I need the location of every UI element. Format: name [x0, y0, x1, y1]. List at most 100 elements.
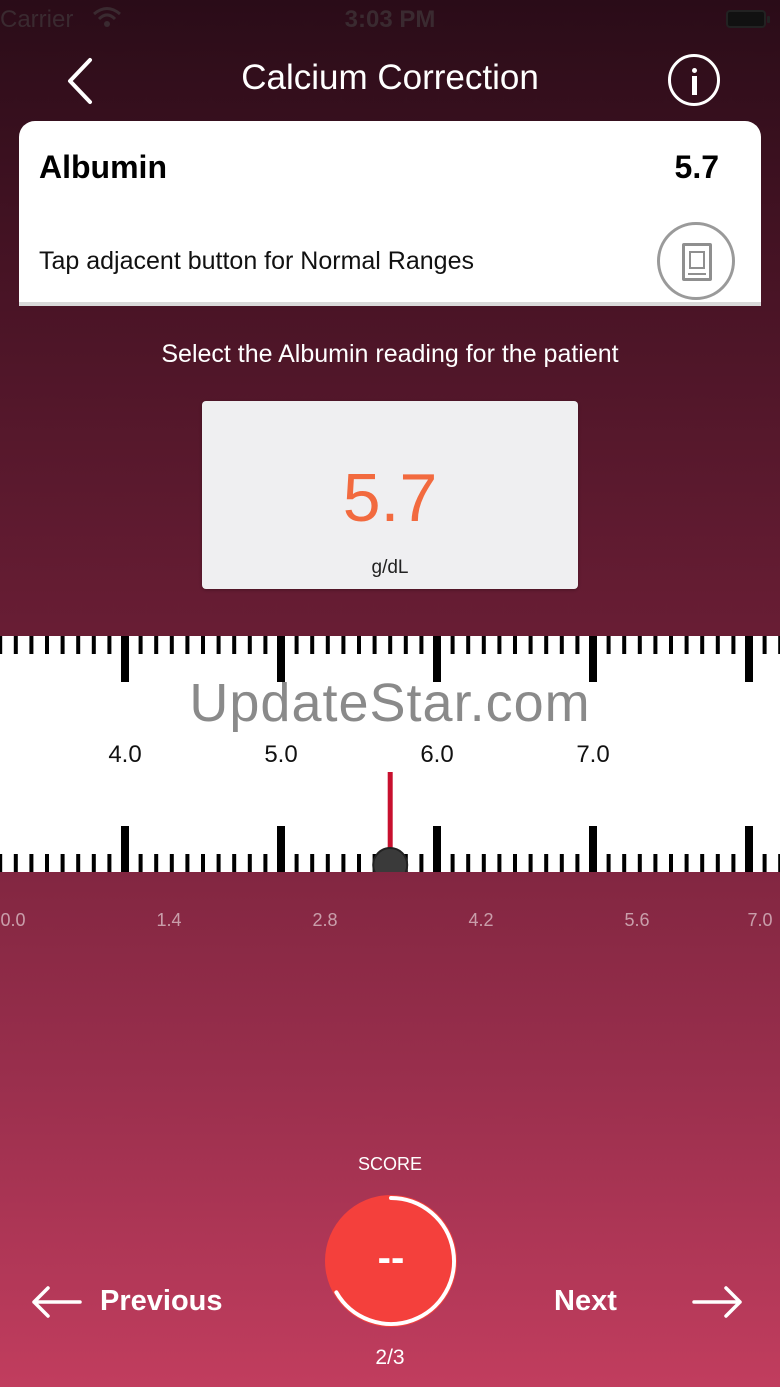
ruler-tick-bottom	[466, 854, 471, 872]
ruler-tick-bottom	[669, 854, 673, 872]
ruler-tick-bottom	[29, 854, 34, 872]
ruler-tick-top	[138, 636, 143, 654]
info-icon	[692, 68, 697, 73]
card-label: Albumin	[39, 149, 167, 185]
ruler-tick-top	[637, 636, 642, 654]
ruler-tick-bottom	[700, 854, 705, 872]
value-ruler-slider[interactable]: UpdateStar.com 4.0 5.0 6.0 7.0	[0, 636, 780, 872]
slider-handle[interactable]	[372, 847, 409, 872]
status-bar: Carrier 3:03 PM	[0, 0, 780, 40]
ruler-tick-top	[466, 636, 471, 654]
reading-unit: g/dL	[371, 557, 409, 578]
ruler-tick-top	[45, 636, 49, 654]
ruler-tick-bottom	[76, 854, 81, 872]
ruler-tick-bottom	[325, 854, 330, 872]
ruler-tick-bottom	[637, 854, 642, 872]
ruler-tick-top	[154, 636, 159, 654]
ruler-tick-top	[497, 636, 502, 654]
ruler-tick-bottom	[513, 854, 517, 872]
ruler-tick-bottom	[232, 854, 237, 872]
card-divider	[19, 302, 761, 306]
ruler-tick-top	[310, 636, 315, 654]
ruler-tick-top	[232, 636, 237, 654]
ruler-tick-bottom	[544, 854, 549, 872]
ruler-tick-bottom	[0, 854, 3, 872]
ruler-tick-bottom	[45, 854, 49, 872]
ruler-tick-bottom	[419, 854, 424, 872]
ruler-tick-top	[419, 636, 424, 654]
info-button[interactable]	[668, 54, 720, 106]
ruler-tick-bottom	[169, 854, 174, 872]
ruler-tick-top	[715, 636, 720, 654]
ruler-tick-bottom	[247, 854, 252, 872]
ruler-tick-top	[700, 636, 705, 654]
ruler-tick-top	[450, 636, 455, 654]
ruler-tick-bottom	[589, 826, 597, 872]
ruler-tick-top	[91, 636, 96, 654]
ruler-tick-top	[684, 636, 689, 654]
watermark-text: UpdateStar.com	[189, 673, 591, 733]
ruler-tick-top	[622, 636, 627, 654]
scale-label: 1.4	[156, 910, 182, 930]
ruler-tick-top	[13, 636, 18, 654]
ruler-tick-bottom	[450, 854, 455, 872]
ruler-tick-top	[575, 636, 580, 654]
ruler-tick-bottom	[684, 854, 689, 872]
ruler-tick-top	[29, 636, 34, 654]
selection-prompt: Select the Albumin reading for the patie…	[161, 340, 619, 368]
status-time: 3:03 PM	[344, 6, 436, 33]
book-icon	[682, 243, 712, 281]
ruler-tick-top	[481, 636, 486, 654]
ruler-label: 7.0	[576, 741, 610, 768]
ruler-tick-top	[403, 636, 408, 654]
ruler-tick-bottom	[575, 854, 580, 872]
ruler-label: 6.0	[420, 741, 454, 768]
ruler-tick-top	[544, 636, 549, 654]
ruler-tick-top	[669, 636, 673, 654]
ruler-tick-top	[762, 636, 767, 654]
ruler-tick-bottom	[528, 854, 533, 872]
ruler-tick-bottom	[715, 854, 720, 872]
ruler-tick-bottom	[13, 854, 18, 872]
ruler-tick-bottom	[310, 854, 315, 872]
ruler-tick-bottom	[201, 854, 205, 872]
ruler-tick-top	[325, 636, 330, 654]
score-caption: SCORE	[357, 1154, 422, 1174]
ruler-tick-bottom	[121, 826, 129, 872]
nav-bar: Calcium Correction	[0, 40, 780, 120]
ruler-tick-bottom	[341, 854, 346, 872]
ruler-tick-bottom	[357, 854, 361, 872]
reading-value: 5.7	[342, 460, 438, 536]
ruler-tick-bottom	[263, 854, 268, 872]
ruler-tick-top	[294, 636, 299, 654]
normal-ranges-button[interactable]	[657, 222, 735, 300]
ruler-tick-bottom	[497, 854, 502, 872]
ruler-tick-bottom	[138, 854, 143, 872]
next-button[interactable]: Next	[552, 1278, 752, 1326]
next-label: Next	[554, 1285, 617, 1317]
scale-label: 5.6	[624, 910, 650, 930]
ruler-tick-top	[528, 636, 533, 654]
info-icon-stem	[692, 76, 697, 95]
step-counter: 2/3	[375, 1346, 405, 1369]
ruler-tick-top	[247, 636, 252, 654]
ruler-tick-top	[513, 636, 517, 654]
ruler-tick-top	[731, 636, 736, 654]
reading-display: 5.7 g/dL	[202, 401, 578, 589]
ruler-tick-bottom	[185, 854, 190, 872]
card-value: 5.7	[674, 149, 719, 185]
ruler-label: 4.0	[108, 741, 142, 768]
ruler-tick-top	[185, 636, 190, 654]
ruler-tick-top	[60, 636, 65, 654]
albumin-card: Albumin 5.7 Tap adjacent button for Norm…	[19, 121, 761, 306]
ruler-tick-bottom	[762, 854, 767, 872]
ruler-tick-top	[76, 636, 81, 654]
ruler-tick-bottom	[433, 826, 441, 872]
ruler-tick-top	[357, 636, 361, 654]
battery-icon	[726, 10, 770, 28]
previous-button[interactable]: Previous	[30, 1278, 250, 1326]
ruler-tick-bottom	[216, 854, 221, 872]
ruler-tick-bottom	[294, 854, 299, 872]
ruler-tick-bottom	[559, 854, 564, 872]
scale-label: 0.0	[0, 910, 26, 930]
